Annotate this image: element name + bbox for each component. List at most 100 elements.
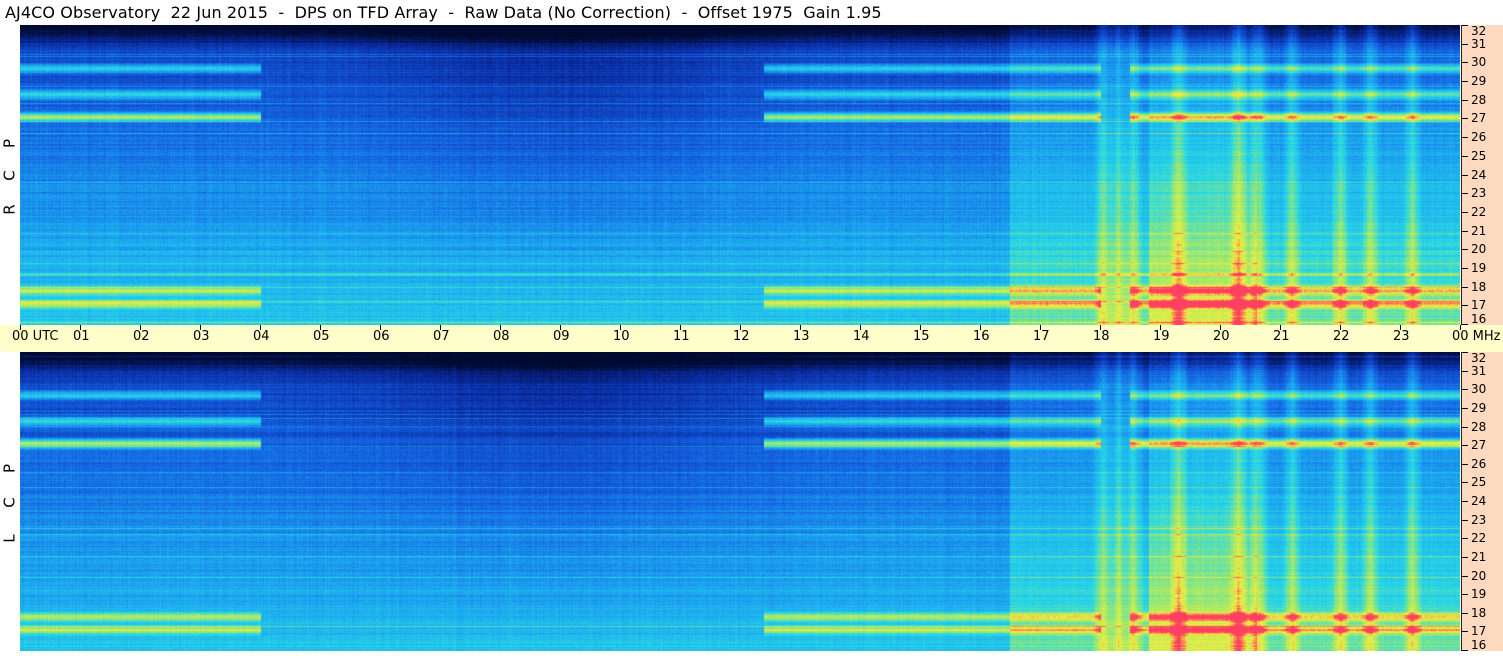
freq-axis-top-tick-label: 25 bbox=[1471, 149, 1487, 163]
freq-axis-top-tick-label: 28 bbox=[1471, 93, 1487, 107]
time-axis-tick-mark bbox=[1220, 325, 1221, 330]
freq-axis-top-tick-mark bbox=[1462, 156, 1468, 157]
time-axis-tick-mark bbox=[140, 325, 141, 330]
freq-axis-top-tick-mark bbox=[1462, 305, 1468, 306]
freq-axis-bottom-tick-label: 29 bbox=[1471, 401, 1487, 415]
time-axis-tick-label: 00 UTC bbox=[12, 329, 59, 344]
freq-axis-top-tick-mark bbox=[1462, 118, 1468, 119]
freq-axis-top-tick-label: 21 bbox=[1471, 224, 1487, 238]
freq-axis-bottom-tick-label: 28 bbox=[1471, 420, 1487, 434]
time-axis-tick-mark bbox=[1460, 325, 1461, 330]
freq-axis-top-tick-mark bbox=[1462, 268, 1468, 269]
rcp-spectrogram-heatmap bbox=[20, 25, 1460, 325]
freq-axis-bottom-tick-mark bbox=[1462, 631, 1468, 632]
time-axis-tick-mark bbox=[380, 325, 381, 330]
freq-axis-bottom-tick-mark bbox=[1462, 594, 1468, 595]
freq-axis-bottom-tick-mark bbox=[1462, 613, 1468, 614]
time-axis-tick-label: 00 MHz bbox=[1452, 329, 1501, 344]
freq-axis-bottom-tick-mark bbox=[1462, 352, 1468, 353]
time-axis: 00 UTC 01 02 03 04 05 06 07 08 09 10 11 12 13 14 15 16 17… bbox=[0, 325, 1503, 352]
freq-axis-top-tick-label: 26 bbox=[1471, 130, 1487, 144]
freq-axis-top-tick-label: 18 bbox=[1471, 280, 1487, 294]
time-axis-tick-mark bbox=[1100, 325, 1101, 330]
freq-axis-bottom-tick-label: 32 bbox=[1471, 351, 1487, 365]
time-axis-tick-label: 22 bbox=[1333, 329, 1350, 344]
panel-top-letter-3: R bbox=[0, 204, 19, 215]
time-axis-tick-mark bbox=[1160, 325, 1161, 330]
time-axis-tick-label: 21 bbox=[1273, 329, 1290, 344]
freq-axis-bottom-tick-mark bbox=[1462, 427, 1468, 428]
panel-bottom-letter-3: L bbox=[0, 534, 19, 543]
freq-axis-top-tick-label: 27 bbox=[1471, 111, 1487, 125]
time-axis-tick-mark bbox=[800, 325, 801, 330]
time-axis-tick-label: 02 bbox=[133, 329, 150, 344]
freq-axis-bottom-tick-mark bbox=[1462, 538, 1468, 539]
frequency-axis-bottom: 32 31 30 29 28 27 26 25 24 23 22 21 20 19 18 17 16 bbox=[1461, 352, 1503, 651]
time-axis-tick-mark bbox=[680, 325, 681, 330]
freq-axis-bottom-tick-mark bbox=[1462, 445, 1468, 446]
time-axis-tick-mark bbox=[1040, 325, 1041, 330]
freq-axis-bottom-tick-mark bbox=[1462, 576, 1468, 577]
freq-axis-top-tick-mark bbox=[1462, 137, 1468, 138]
freq-axis-top-tick-label: 30 bbox=[1471, 55, 1487, 69]
freq-axis-bottom-tick-mark bbox=[1462, 520, 1468, 521]
freq-axis-top-tick-label: 29 bbox=[1471, 74, 1487, 88]
time-axis-tick-mark bbox=[920, 325, 921, 330]
time-axis-tick-mark bbox=[740, 325, 741, 330]
freq-axis-top-tick-mark bbox=[1462, 249, 1468, 250]
freq-axis-bottom-tick-label: 16 bbox=[1471, 638, 1487, 652]
panel-top-letter-2: C bbox=[0, 170, 19, 181]
time-axis-tick-label: 19 bbox=[1153, 329, 1170, 344]
freq-axis-top-tick-label: 23 bbox=[1471, 186, 1487, 200]
lcp-spectrogram-panel bbox=[20, 352, 1460, 651]
time-axis-tick-label: 16 bbox=[973, 329, 990, 344]
freq-axis-top-tick-label: 19 bbox=[1471, 261, 1487, 275]
time-axis-tick-label: 04 bbox=[253, 329, 270, 344]
time-axis-tick-label: 01 bbox=[73, 329, 90, 344]
freq-axis-bottom-tick-label: 19 bbox=[1471, 587, 1487, 601]
time-axis-tick-mark bbox=[1400, 325, 1401, 330]
freq-axis-top-tick-mark bbox=[1462, 193, 1468, 194]
freq-axis-top-tick-mark bbox=[1462, 287, 1468, 288]
freq-axis-bottom-tick-label: 30 bbox=[1471, 382, 1487, 396]
panel-top-letter-1: P bbox=[0, 138, 19, 149]
frequency-axis-top: 32 31 30 29 28 27 26 25 24 23 22 21 20 19 18 17 16 bbox=[1461, 25, 1503, 325]
freq-axis-top-tick-mark bbox=[1462, 81, 1468, 82]
freq-axis-top-tick-mark bbox=[1462, 62, 1468, 63]
time-axis-tick-label: 06 bbox=[373, 329, 390, 344]
time-axis-tick-mark bbox=[80, 325, 81, 330]
freq-axis-top-tick-mark bbox=[1462, 25, 1468, 26]
freq-axis-bottom-tick-mark bbox=[1462, 464, 1468, 465]
freq-axis-bottom-tick-mark bbox=[1462, 408, 1468, 409]
time-axis-tick-label: 07 bbox=[433, 329, 450, 344]
freq-axis-top-tick-label: 20 bbox=[1471, 242, 1487, 256]
freq-axis-bottom-tick-mark bbox=[1462, 389, 1468, 390]
freq-axis-top-tick-label: 22 bbox=[1471, 205, 1487, 219]
panel-bottom-letter-1: P bbox=[0, 463, 19, 474]
time-axis-tick-label: 03 bbox=[193, 329, 210, 344]
freq-axis-bottom-tick-label: 20 bbox=[1471, 569, 1487, 583]
freq-axis-bottom-tick-mark bbox=[1462, 482, 1468, 483]
lcp-spectrogram-heatmap bbox=[20, 352, 1460, 651]
time-axis-tick-mark bbox=[980, 325, 981, 330]
freq-axis-top-tick-mark bbox=[1462, 231, 1468, 232]
freq-axis-top-tick-mark bbox=[1462, 212, 1468, 213]
time-axis-tick-label: 17 bbox=[1033, 329, 1050, 344]
time-axis-tick-label: 13 bbox=[793, 329, 810, 344]
freq-axis-bottom-tick-mark bbox=[1462, 501, 1468, 502]
rcp-spectrogram-panel bbox=[20, 25, 1460, 325]
time-axis-tick-mark bbox=[440, 325, 441, 330]
freq-axis-bottom-tick-label: 23 bbox=[1471, 513, 1487, 527]
freq-axis-top-tick-label: 17 bbox=[1471, 298, 1487, 312]
time-axis-tick-mark bbox=[20, 325, 21, 330]
time-axis-tick-mark bbox=[1340, 325, 1341, 330]
time-axis-tick-mark bbox=[1280, 325, 1281, 330]
time-axis-tick-label: 05 bbox=[313, 329, 330, 344]
freq-axis-bottom-tick-label: 27 bbox=[1471, 438, 1487, 452]
freq-axis-bottom-tick-label: 24 bbox=[1471, 494, 1487, 508]
time-axis-tick-label: 15 bbox=[913, 329, 930, 344]
freq-axis-bottom-tick-mark bbox=[1462, 371, 1468, 372]
time-axis-tick-label: 14 bbox=[853, 329, 870, 344]
freq-axis-bottom-tick-label: 21 bbox=[1471, 550, 1487, 564]
freq-axis-bottom-tick-label: 31 bbox=[1471, 364, 1487, 378]
